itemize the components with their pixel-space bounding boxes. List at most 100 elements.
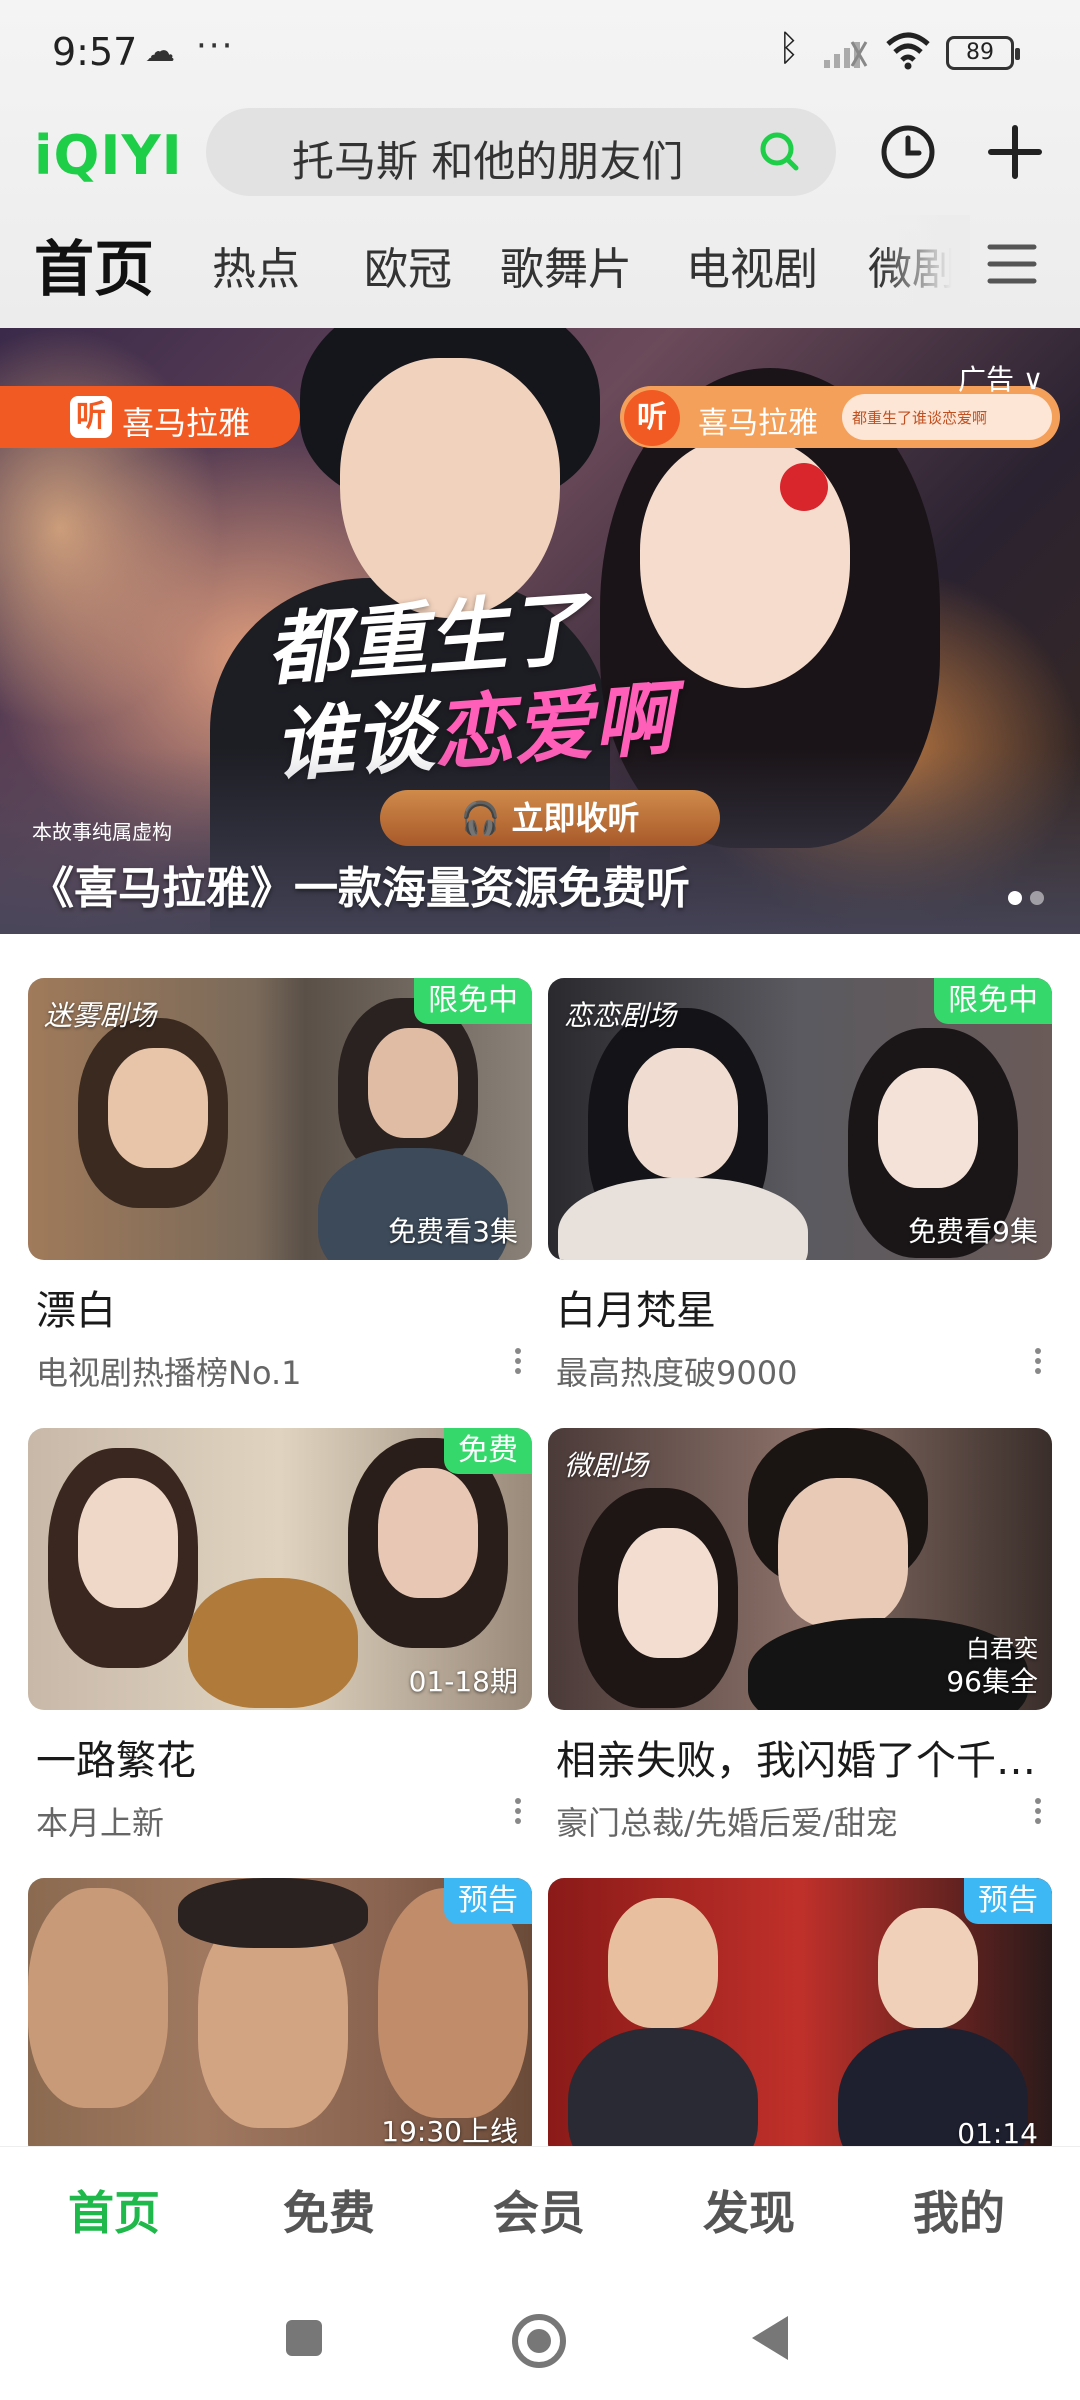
- thumb-art: [628, 1048, 738, 1178]
- iqiyi-logo[interactable]: iQIYI: [34, 124, 183, 187]
- thumb-art: [568, 2028, 758, 2160]
- tab-home[interactable]: 首页: [34, 221, 154, 308]
- listen-now-button[interactable]: 🎧 立即收听: [380, 790, 720, 846]
- cloud-icon: ☁: [145, 34, 175, 69]
- ad-brand-label-2: 喜马拉雅: [698, 406, 818, 441]
- thumb-overlay-text: 96集全: [946, 1665, 1038, 1698]
- ad-brand-pill: 听 喜马拉雅: [0, 386, 300, 448]
- listen-icon: 听: [70, 396, 112, 438]
- banner-title: 《喜马拉雅》一款海量资源免费听: [30, 863, 690, 914]
- banner-art-face: [340, 358, 560, 618]
- video-thumbnail[interactable]: 免费 01-18期: [28, 1428, 532, 1710]
- ad-label[interactable]: 广告 ∨: [958, 358, 1043, 398]
- thumb-art: [178, 1878, 368, 1948]
- thumb-overlay-caption: 白君奕: [966, 1635, 1038, 1663]
- status-badge: 免费: [444, 1428, 532, 1474]
- thumb-art: [878, 1908, 978, 2028]
- nav-vip[interactable]: 会员: [493, 2177, 585, 2243]
- recent-apps-icon[interactable]: [286, 2320, 322, 2356]
- thumb-overlay-text: 免费看3集: [388, 1215, 518, 1248]
- history-icon[interactable]: [878, 122, 938, 182]
- nav-me[interactable]: 我的: [913, 2177, 1005, 2243]
- tab-champions-league[interactable]: 欧冠: [364, 233, 452, 297]
- search-placeholder: 托马斯 和他的朋友们: [292, 137, 684, 186]
- thumb-art: [188, 1578, 358, 1708]
- nav-free[interactable]: 免费: [283, 2177, 375, 2243]
- home-icon[interactable]: [512, 2314, 566, 2368]
- video-card[interactable]: 免费 01-18期 一路繁花 本月上新: [28, 1428, 532, 1844]
- thumb-art: [108, 1048, 208, 1168]
- card-title: 白月梵星: [556, 1288, 716, 1334]
- tab-fade: [880, 215, 970, 315]
- plus-icon[interactable]: [985, 122, 1045, 182]
- thumb-art: [608, 1898, 718, 2028]
- thumb-overlay-text: 01-18期: [408, 1665, 518, 1698]
- video-card[interactable]: 迷雾剧场 限免中 免费看3集 漂白 电视剧热播榜No.1: [28, 978, 532, 1394]
- card-title: 漂白: [36, 1288, 116, 1334]
- thumb-brand: 微剧场: [564, 1449, 649, 1482]
- ad-search-text: 都重生了谁谈恋爱啊: [842, 394, 1052, 440]
- carousel-dot: [1030, 891, 1044, 905]
- carousel-indicator: [1000, 890, 1044, 909]
- more-options-icon[interactable]: [1028, 1794, 1048, 1834]
- status-badge: 预告: [964, 1878, 1052, 1924]
- wifi-icon: [886, 32, 930, 70]
- category-tabs: 首页 热点 欧冠 歌舞片 电视剧 微剧: [0, 215, 1080, 315]
- video-card[interactable]: 微剧场 白君奕 96集全 相亲失败，我闪婚了个千… 豪门总裁/先婚后爱/甜宠: [548, 1428, 1052, 1844]
- more-options-icon[interactable]: [508, 1794, 528, 1834]
- status-badge: 限免中: [414, 978, 532, 1024]
- search-icon[interactable]: [758, 130, 800, 172]
- thumb-brand: 迷雾剧场: [44, 999, 157, 1032]
- thumb-art: [778, 1478, 908, 1628]
- thumb-art: [878, 1068, 978, 1188]
- card-subtitle: 电视剧热播榜No.1: [36, 1354, 302, 1392]
- tab-tv-series[interactable]: 电视剧: [686, 233, 818, 297]
- status-badge: 预告: [444, 1878, 532, 1924]
- listen-now-label: 立即收听: [511, 799, 640, 837]
- carousel-dot-active: [1008, 891, 1022, 905]
- video-thumbnail[interactable]: 预告 01:14: [548, 1878, 1052, 2160]
- card-subtitle: 豪门总裁/先婚后爱/甜宠: [556, 1804, 898, 1842]
- more-options-icon[interactable]: [1028, 1344, 1048, 1384]
- thumb-art: [618, 1528, 718, 1658]
- video-card[interactable]: 恋恋剧场 限免中 免费看9集 白月梵星 最高热度破9000: [548, 978, 1052, 1394]
- nav-home[interactable]: 首页: [68, 2177, 160, 2243]
- thumb-art: [368, 1028, 458, 1138]
- video-thumbnail[interactable]: 微剧场 白君奕 96集全: [548, 1428, 1052, 1710]
- video-card[interactable]: 预告 19:30上线: [28, 1878, 532, 2160]
- ad-brand-label: 喜马拉雅: [122, 404, 251, 442]
- thumb-art: [78, 1478, 178, 1608]
- tab-musicals[interactable]: 歌舞片: [500, 233, 632, 297]
- video-card[interactable]: 预告 01:14: [548, 1878, 1052, 2160]
- system-navigation-bar: [0, 2276, 1080, 2400]
- thumb-brand: 恋恋剧场: [564, 999, 677, 1032]
- thumb-art: [378, 1468, 478, 1598]
- thumb-art: [28, 1888, 168, 2108]
- ad-banner[interactable]: 听 喜马拉雅 听 喜马拉雅 都重生了谁谈恋爱啊 广告 ∨ 都重生了 谁谈恋爱啊 …: [0, 328, 1080, 934]
- search-bar[interactable]: 托马斯 和他的朋友们: [206, 108, 836, 196]
- card-subtitle: 最高热度破9000: [556, 1354, 798, 1392]
- menu-icon[interactable]: [986, 241, 1038, 287]
- video-thumbnail[interactable]: 恋恋剧场 限免中 免费看9集: [548, 978, 1052, 1260]
- card-subtitle: 本月上新: [36, 1804, 165, 1842]
- card-title: 一路繁花: [36, 1738, 196, 1784]
- flower-icon: [780, 463, 828, 511]
- status-more-dots: ···: [196, 26, 235, 66]
- battery-icon: 89: [946, 36, 1020, 70]
- status-time: 9:57: [52, 30, 138, 74]
- nav-discover[interactable]: 发现: [703, 2177, 795, 2243]
- bluetooth-icon: ᛒ: [778, 28, 800, 69]
- tab-hot[interactable]: 热点: [212, 233, 300, 297]
- banner-disclaimer: 本故事纯属虚构: [32, 820, 172, 844]
- bottom-navigation: 首页 免费 会员 发现 我的: [0, 2146, 1080, 2276]
- video-thumbnail[interactable]: 迷雾剧场 限免中 免费看3集: [28, 978, 532, 1260]
- more-options-icon[interactable]: [508, 1344, 528, 1384]
- listen-icon-2: 听: [624, 390, 680, 446]
- status-badge: 限免中: [934, 978, 1052, 1024]
- back-icon[interactable]: [752, 2316, 788, 2360]
- thumb-overlay-text: 19:30上线: [381, 2115, 518, 2148]
- app-header: iQIYI 托马斯 和他的朋友们: [0, 100, 1080, 210]
- signal-icon: [824, 41, 868, 68]
- video-thumbnail[interactable]: 预告 19:30上线: [28, 1878, 532, 2160]
- card-title: 相亲失败，我闪婚了个千…: [556, 1738, 1036, 1784]
